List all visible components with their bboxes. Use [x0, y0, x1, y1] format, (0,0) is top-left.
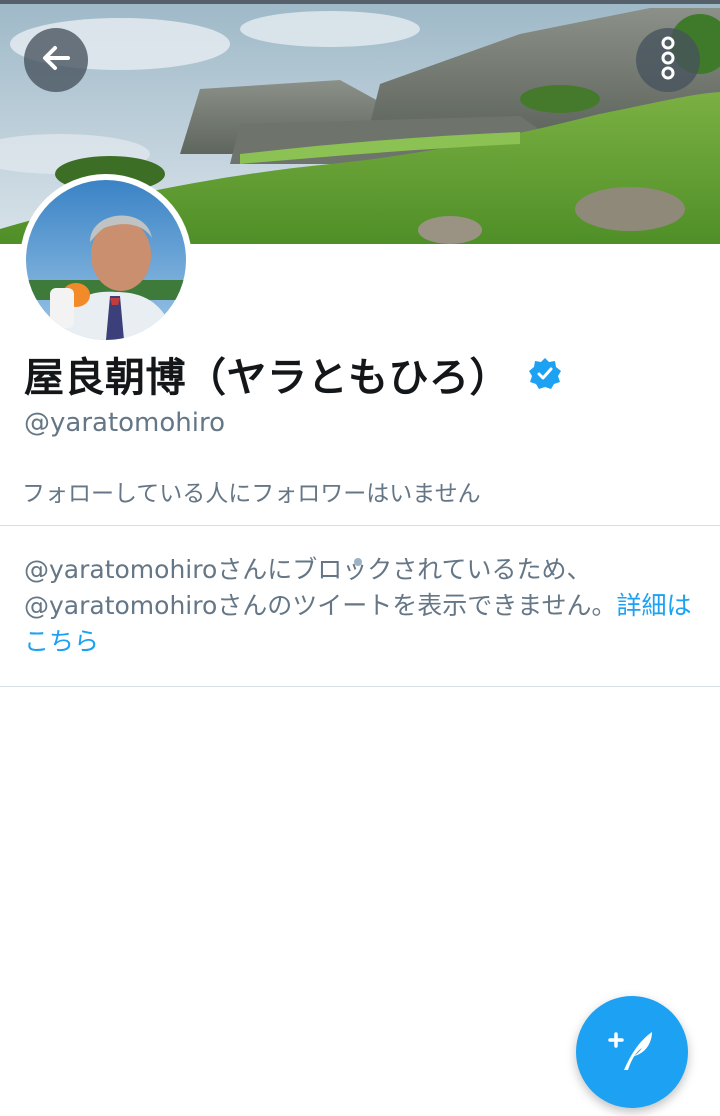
profile-name-row: 屋良朝博（ヤラともひろ） — [24, 344, 562, 404]
back-button[interactable] — [24, 28, 88, 92]
blocked-notice: @yaratomohiroさんにブロックされているため、@yaratomohir… — [24, 552, 700, 660]
followers-you-know-note: フォローしている人にフォロワーはいません — [22, 481, 481, 507]
profile-handle: @yaratomohiro — [24, 408, 226, 438]
blocked-notice-text: @yaratomohiroさんにブロックされているため、@yaratomohir… — [24, 555, 617, 620]
more-options-button[interactable] — [636, 28, 700, 92]
compose-tweet-button[interactable] — [576, 996, 688, 1108]
verified-badge-icon — [528, 357, 562, 391]
divider-bottom — [0, 686, 720, 687]
more-vertical-icon — [658, 36, 678, 84]
compose-tweet-icon — [604, 1022, 660, 1082]
display-name: 屋良朝博（ヤラともひろ） — [24, 355, 510, 401]
back-arrow-icon — [38, 40, 74, 80]
profile-avatar[interactable] — [20, 174, 192, 346]
divider-top — [0, 525, 720, 526]
